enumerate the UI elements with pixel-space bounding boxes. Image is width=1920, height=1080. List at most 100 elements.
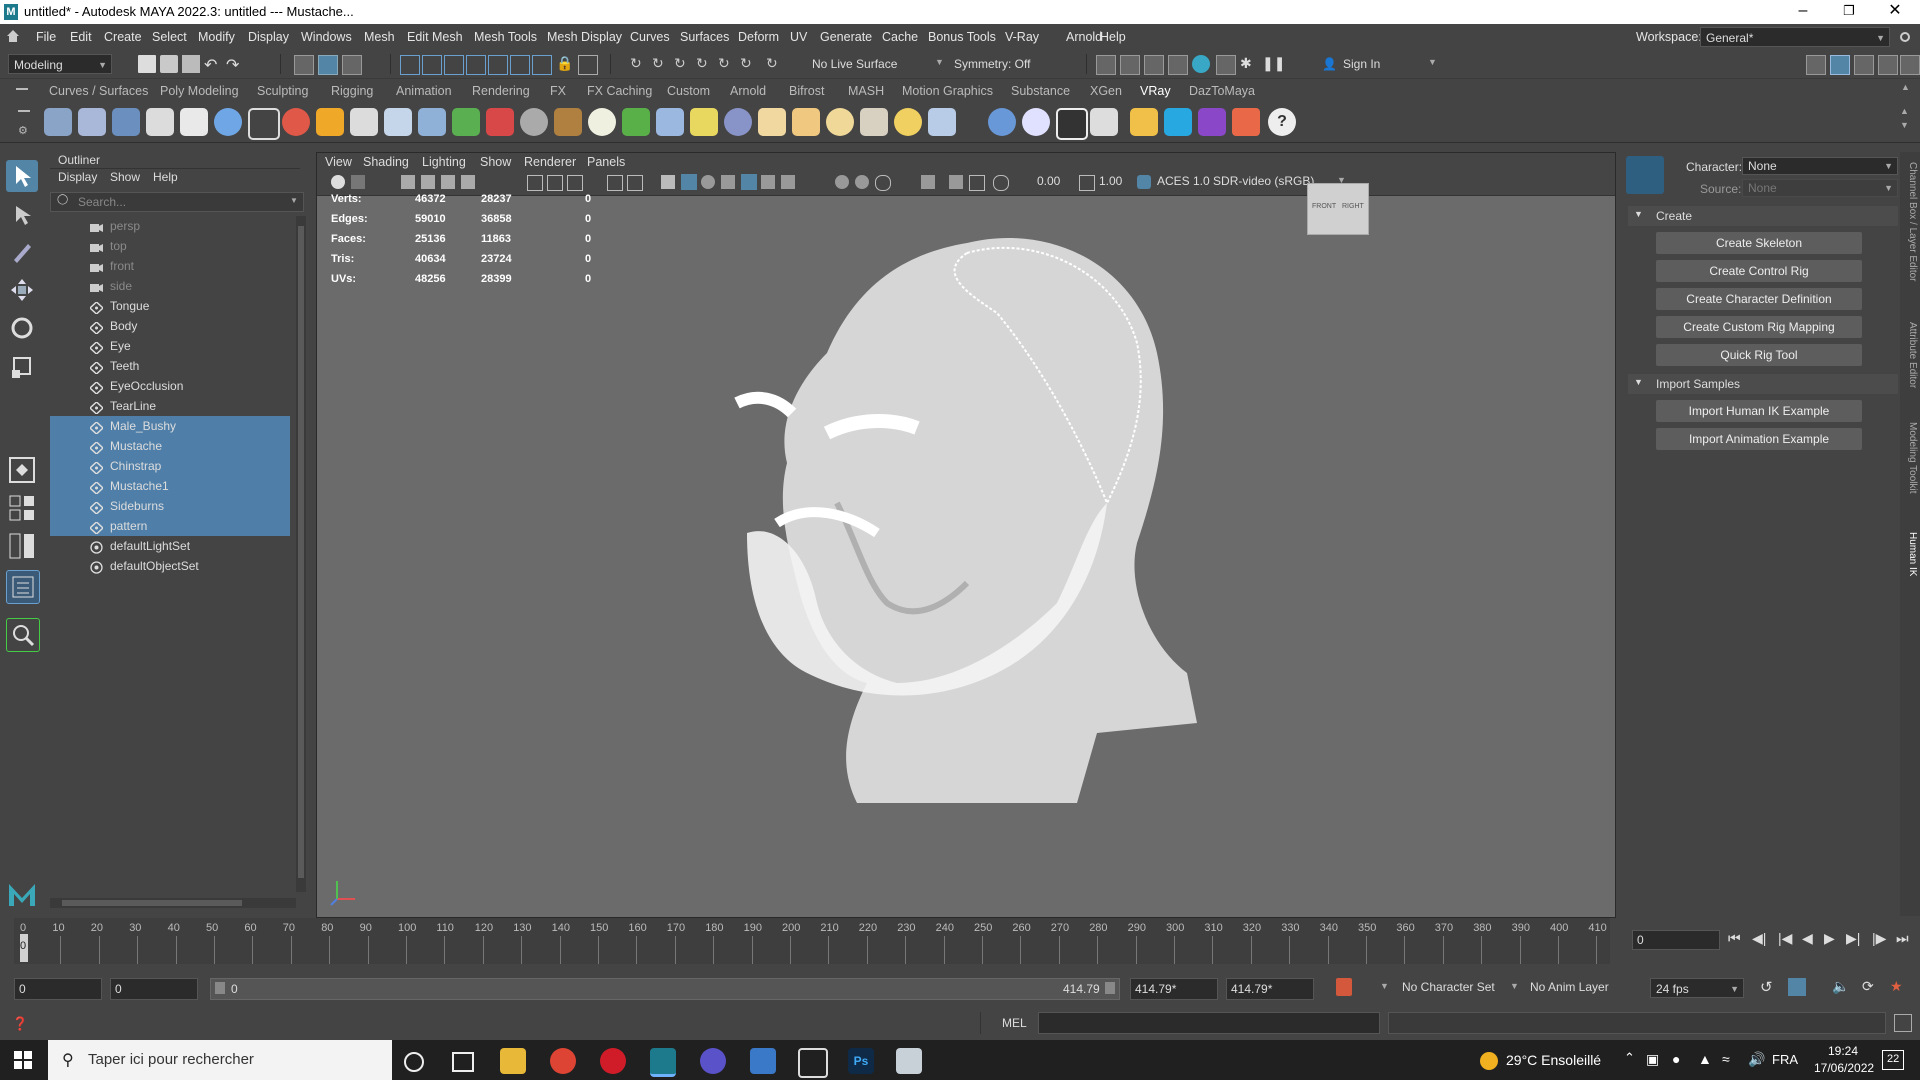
head-model-render[interactable] <box>717 203 1297 803</box>
single-view-icon[interactable] <box>6 454 38 486</box>
tray-device-icon[interactable]: ▣ <box>1646 1051 1659 1068</box>
isolate-select-icon[interactable] <box>835 175 849 189</box>
outliner-item[interactable]: Male_Bushy <box>50 416 290 436</box>
four-view-icon[interactable] <box>6 492 38 524</box>
import-samples-section-header[interactable]: ▼ Import Samples <box>1628 374 1898 394</box>
outliner-item[interactable]: Mustache <box>50 436 290 456</box>
help-icon[interactable]: ? <box>1268 108 1296 136</box>
shelf-tab-rendering[interactable]: Rendering <box>472 84 530 98</box>
history-icon[interactable]: ↻ <box>630 55 648 73</box>
current-time-marker[interactable]: 0 <box>20 934 28 962</box>
range-bar[interactable]: 0 414.79 <box>210 978 1120 1000</box>
shelf-menu-icon[interactable] <box>18 110 30 112</box>
paint-select-icon[interactable] <box>6 236 38 268</box>
volume-icon[interactable]: 🔊 <box>1748 1051 1765 1068</box>
photos-icon[interactable] <box>750 1048 776 1074</box>
close-button[interactable]: ✕ <box>1872 0 1918 24</box>
auto-key-icon[interactable] <box>1336 978 1352 996</box>
weather-label[interactable]: 29°C Ensoleillé <box>1506 1052 1601 1068</box>
shelf-tab-mash[interactable]: MASH <box>848 84 884 98</box>
shelf-tab-vray[interactable]: VRay <box>1140 84 1171 98</box>
quick-rig-tool-button[interactable]: Quick Rig Tool <box>1656 344 1862 366</box>
grid-icon[interactable] <box>527 175 543 191</box>
arnold-render-icon[interactable] <box>1192 55 1210 73</box>
resolution-gate-icon[interactable] <box>567 175 583 191</box>
menu-create[interactable]: Create <box>104 30 142 44</box>
vray-material-icon[interactable] <box>282 108 310 136</box>
scene-end-field[interactable]: 414.79* <box>1226 978 1314 1000</box>
gear-icon[interactable]: ⚙ <box>18 124 30 137</box>
live-surface-label[interactable]: No Live Surface <box>812 57 897 71</box>
view-cube-right[interactable]: RIGHT <box>1342 203 1364 210</box>
save-scene-icon[interactable] <box>182 55 200 73</box>
sound-icon[interactable]: 🔈 <box>1832 978 1849 995</box>
vray-rope-icon[interactable] <box>690 108 718 136</box>
create-section-header[interactable]: ▼ Create <box>1628 206 1898 226</box>
maya-taskbar-icon[interactable] <box>650 1048 676 1077</box>
symmetry-label[interactable]: Symmetry: Off <box>954 57 1030 71</box>
shelf-tab-custom[interactable]: Custom <box>667 84 710 98</box>
viewport-menu-lighting[interactable]: Lighting <box>422 155 466 169</box>
outliner-item[interactable]: defaultLightSet <box>50 536 290 556</box>
search-icon[interactable] <box>6 618 40 652</box>
select-hierarchy-icon[interactable] <box>294 55 314 75</box>
history-icon[interactable]: ↻ <box>674 55 692 73</box>
go-to-start-icon[interactable]: ⏮ <box>1728 930 1741 947</box>
create-character-definition-button[interactable]: Create Character Definition <box>1656 288 1862 310</box>
scene-start-field[interactable]: 0 <box>14 978 102 1000</box>
view-cube[interactable]: FRONT RIGHT <box>1307 183 1369 235</box>
shelf-tab-animation[interactable]: Animation <box>396 84 452 98</box>
range-start-handle[interactable] <box>215 982 225 994</box>
file-explorer-icon[interactable] <box>500 1048 526 1074</box>
outliner-item[interactable]: Sideburns <box>50 496 290 516</box>
film-gate-icon[interactable] <box>547 175 563 191</box>
vray-scatter-icon[interactable] <box>656 108 684 136</box>
mel-label[interactable]: MEL <box>1002 1016 1027 1030</box>
vray-texture-icon[interactable] <box>554 108 582 136</box>
camera-attributes-icon[interactable] <box>351 175 365 189</box>
snowflake-icon[interactable]: ✱ <box>1240 55 1258 73</box>
shelf-tab-curves-surfaces[interactable]: Curves / Surfaces <box>49 84 148 98</box>
render-settings-icon[interactable] <box>1144 55 1164 75</box>
ipr-render-icon[interactable] <box>1120 55 1140 75</box>
clock-time[interactable]: 19:24 <box>1828 1044 1858 1058</box>
hypershade-icon[interactable] <box>1168 55 1188 75</box>
outliner-horizontal-scrollbar[interactable] <box>50 898 296 908</box>
vray-palette-icon[interactable] <box>1232 108 1260 136</box>
snap-curve-icon[interactable] <box>422 55 442 75</box>
snap-view-plane-icon[interactable] <box>488 55 508 75</box>
fps-dropdown[interactable]: 24 fps ▼ <box>1650 978 1744 998</box>
home-icon[interactable] <box>6 29 20 43</box>
vray-mesh-light-icon[interactable] <box>1022 108 1050 136</box>
create-custom-rig-mapping-button[interactable]: Create Custom Rig Mapping <box>1656 316 1862 338</box>
wifi-icon[interactable]: ≈ <box>1722 1051 1730 1067</box>
viewport-menu-renderer[interactable]: Renderer <box>524 155 576 169</box>
sign-in-label[interactable]: Sign In <box>1343 57 1380 71</box>
viewport-menu-view[interactable]: View <box>325 155 352 169</box>
vray-terrain-icon[interactable] <box>452 108 480 136</box>
outliner-search-field[interactable]: ◯ Search... ▼ <box>50 192 304 212</box>
vray-folder-icon[interactable] <box>1130 108 1158 136</box>
vray-checker-icon[interactable] <box>1056 108 1088 140</box>
select-tool-icon[interactable] <box>6 160 38 192</box>
vray-plane-icon[interactable] <box>928 108 956 136</box>
textured-icon[interactable] <box>721 175 735 189</box>
menu-generate[interactable]: Generate <box>820 30 872 44</box>
default-material-icon[interactable] <box>701 175 715 189</box>
anim-prefs-icon[interactable]: ★ <box>1890 978 1903 995</box>
menu-modify[interactable]: Modify <box>198 30 235 44</box>
new-scene-icon[interactable] <box>138 55 156 73</box>
anim-layer-label[interactable]: No Anim Layer <box>1530 980 1609 994</box>
menu-help[interactable]: Help <box>1100 30 1126 44</box>
import-animation-example-button[interactable]: Import Animation Example <box>1656 428 1862 450</box>
minimize-button[interactable]: – <box>1780 0 1826 24</box>
make-live-icon[interactable] <box>510 55 530 75</box>
open-scene-icon[interactable] <box>160 55 178 73</box>
history-icon[interactable]: ↻ <box>766 55 784 73</box>
chevron-down-icon[interactable]: ▼ <box>1510 981 1519 991</box>
color-management-icon[interactable] <box>1137 175 1151 189</box>
safe-title-icon[interactable] <box>627 175 643 191</box>
step-forward-frame-icon[interactable]: ▶| <box>1846 930 1860 947</box>
menu-curves[interactable]: Curves <box>630 30 670 44</box>
outliner-item[interactable]: front <box>50 256 290 276</box>
